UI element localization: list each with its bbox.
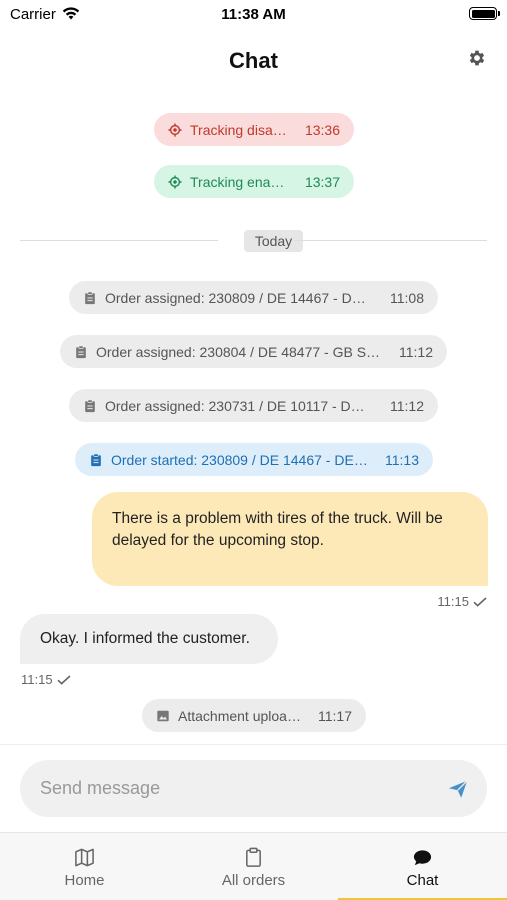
message-input[interactable] — [40, 760, 440, 817]
battery-icon — [469, 7, 500, 20]
incoming-message[interactable]: Okay. I informed the customer. — [20, 614, 278, 664]
event-text: Tracking disabled — [190, 121, 289, 138]
order-event: Order assigned: 230731 / DE 10117 - DE 8… — [69, 389, 438, 422]
attachment-event: Attachment uploaded 11:17 — [142, 699, 366, 732]
order-event: Order assigned: 230809 / DE 14467 - DE 4… — [69, 281, 438, 314]
day-label: Today — [244, 230, 303, 252]
outgoing-message[interactable]: There is a problem with tires of the tru… — [92, 492, 488, 586]
page-title: Chat — [229, 48, 278, 73]
tab-home[interactable]: Home — [0, 833, 169, 900]
status-bar: Carrier 11:38 AM — [0, 0, 507, 30]
status-time: 11:38 AM — [221, 6, 286, 23]
image-icon — [157, 710, 169, 721]
event-text: Tracking enabled — [190, 173, 289, 190]
event-text: Order assigned: 230804 / DE 48477 - GB S… — [96, 343, 383, 360]
event-text: Attachment uploaded — [178, 707, 302, 724]
clipboard-icon — [246, 847, 261, 867]
clipboard-icon — [91, 453, 101, 466]
order-started-event: Order started: 230809 / DE 14467 - DE 48… — [75, 443, 433, 476]
clipboard-icon — [76, 345, 86, 358]
tracking-enabled-event: Tracking enabled 13:37 — [154, 165, 354, 198]
tab-all-orders[interactable]: All orders — [169, 833, 338, 900]
event-time: 13:36 — [304, 121, 340, 138]
event-time: 11:08 — [390, 289, 424, 306]
event-time: 11:12 — [399, 343, 433, 360]
divider — [20, 240, 218, 241]
tab-label: All orders — [221, 872, 286, 889]
composer-bar — [0, 744, 507, 832]
location-target-icon — [168, 174, 182, 189]
clipboard-icon — [85, 399, 95, 412]
header: Chat — [0, 38, 507, 84]
tab-chat[interactable]: Chat — [338, 833, 507, 900]
message-time: 11:15 — [21, 672, 53, 687]
message-time: 11:15 — [437, 594, 469, 609]
map-icon — [75, 848, 94, 867]
event-text: Order assigned: 230731 / DE 10117 - DE 8… — [105, 397, 374, 414]
message-meta: 11:15 — [21, 672, 71, 687]
event-text: Order assigned: 230809 / DE 14467 - DE 4… — [105, 289, 374, 306]
event-time: 11:17 — [318, 707, 352, 724]
tab-bar: Home All orders Chat — [0, 832, 507, 900]
divider — [293, 240, 487, 241]
gear-icon[interactable] — [467, 48, 487, 68]
chat-bubble-icon — [413, 850, 432, 866]
tab-label: Chat — [406, 872, 439, 889]
clipboard-icon — [85, 291, 95, 304]
event-time: 11:12 — [390, 397, 424, 414]
order-event: Order assigned: 230804 / DE 48477 - GB S… — [60, 335, 447, 368]
composer — [20, 760, 487, 817]
location-target-icon — [168, 122, 182, 137]
event-time: 11:13 — [385, 451, 419, 468]
tracking-disabled-event: Tracking disabled 13:36 — [154, 113, 354, 146]
chat-messages[interactable]: Tracking disabled 13:36 Tracking enabled… — [0, 84, 507, 744]
send-icon[interactable] — [447, 778, 469, 800]
event-text: Order started: 230809 / DE 14467 - DE 48… — [111, 451, 369, 468]
checkmark-icon — [473, 596, 487, 607]
checkmark-icon — [57, 674, 71, 685]
tab-label: Home — [64, 872, 105, 889]
day-separator: Today — [20, 230, 487, 252]
event-time: 13:37 — [304, 173, 340, 190]
message-meta: 11:15 — [437, 594, 487, 609]
